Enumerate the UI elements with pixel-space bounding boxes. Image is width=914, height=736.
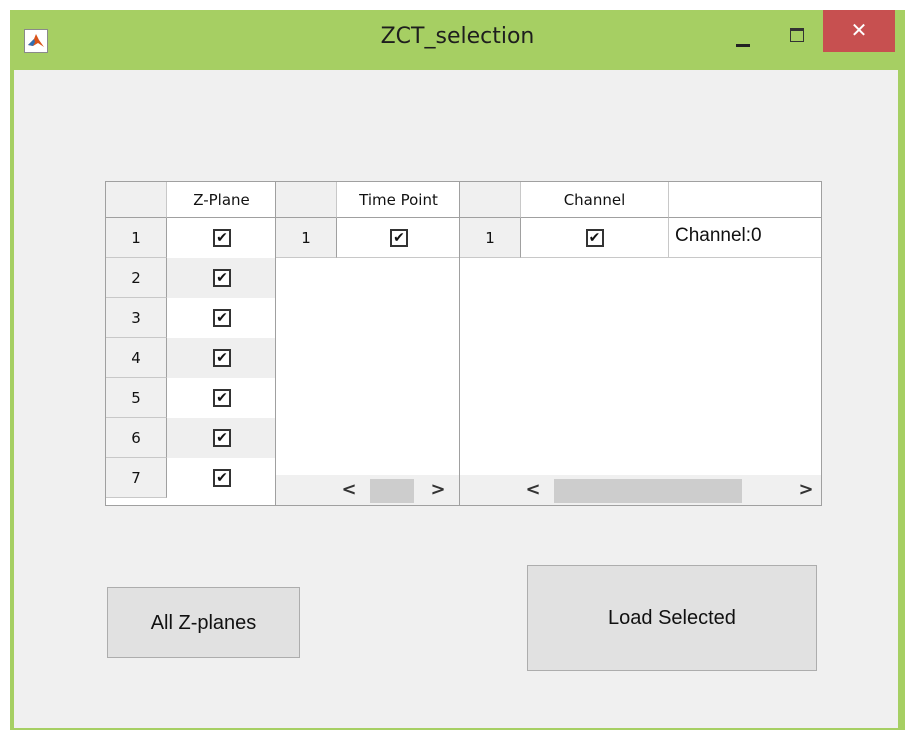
channel-name-column-header[interactable] (669, 182, 821, 218)
timepoint-horizontal-scrollbar[interactable]: < > (276, 475, 459, 505)
zct-selection-window: ZCT_selection ✕ Z-Plane 1 ✔ 2 ✔ 3 ✔ 4 ✔ 5 ✔ 6 ✔ 7 ✔ T… (10, 10, 905, 730)
timepoint-table[interactable]: Time Point 1 ✔ < > (275, 181, 460, 506)
scroll-right-arrow-icon[interactable]: > (426, 475, 450, 505)
zplane-checkbox[interactable]: ✔ (213, 229, 231, 247)
zplane-checkbox[interactable]: ✔ (213, 349, 231, 367)
scroll-left-arrow-icon[interactable]: < (521, 475, 545, 505)
title-bar[interactable]: ZCT_selection ✕ (10, 10, 905, 70)
client-area: Z-Plane 1 ✔ 2 ✔ 3 ✔ 4 ✔ 5 ✔ 6 ✔ 7 ✔ Time Point 1 ✔ < … (14, 70, 898, 728)
zplane-cell: ✔ (167, 218, 275, 258)
timepoint-column-header[interactable]: Time Point (337, 182, 459, 218)
zplane-cell: ✔ (167, 458, 275, 498)
zplane-row-header[interactable]: 1 (106, 218, 167, 258)
scroll-thumb[interactable] (554, 479, 742, 503)
close-button[interactable]: ✕ (823, 10, 895, 52)
zplane-checkbox[interactable]: ✔ (213, 429, 231, 447)
channel-name-cell[interactable]: Channel:0 (669, 218, 821, 258)
zplane-checkbox[interactable]: ✔ (213, 389, 231, 407)
scroll-left-arrow-icon[interactable]: < (337, 475, 361, 505)
maximize-button[interactable] (788, 26, 806, 44)
channel-corner-header (460, 182, 521, 218)
channel-table[interactable]: Channel 1 ✔ Channel:0 < > (459, 181, 822, 506)
window-title: ZCT_selection (380, 24, 535, 49)
zplane-checkbox[interactable]: ✔ (213, 309, 231, 327)
channel-checkbox[interactable]: ✔ (585, 228, 604, 247)
channel-row-header[interactable]: 1 (460, 218, 521, 258)
zplane-checkbox[interactable]: ✔ (213, 469, 231, 487)
timepoint-corner-header (276, 182, 337, 218)
scroll-thumb[interactable] (370, 479, 414, 503)
channel-column-header[interactable]: Channel (521, 182, 669, 218)
channel-cell: ✔ (521, 218, 669, 258)
timepoint-checkbox[interactable]: ✔ (390, 228, 408, 247)
zplane-row-header[interactable]: 6 (106, 418, 167, 458)
minimize-button[interactable] (732, 30, 754, 50)
zplane-column-header[interactable]: Z-Plane (167, 182, 275, 218)
all-zplanes-button[interactable]: All Z-planes (107, 587, 300, 658)
zplane-checkbox[interactable]: ✔ (213, 269, 231, 287)
zplane-cell: ✔ (167, 298, 275, 338)
zplane-corner-header (106, 182, 167, 218)
zplane-cell: ✔ (167, 418, 275, 458)
scroll-right-arrow-icon[interactable]: > (794, 475, 818, 505)
zplane-row-header[interactable]: 5 (106, 378, 167, 418)
timepoint-row-header[interactable]: 1 (276, 218, 337, 258)
zplane-row-header[interactable]: 7 (106, 458, 167, 498)
zplane-row-header[interactable]: 4 (106, 338, 167, 378)
load-selected-button[interactable]: Load Selected (527, 565, 817, 671)
zplane-cell: ✔ (167, 258, 275, 298)
zplane-cell: ✔ (167, 338, 275, 378)
zplane-cell: ✔ (167, 378, 275, 418)
zplane-table[interactable]: Z-Plane 1 ✔ 2 ✔ 3 ✔ 4 ✔ 5 ✔ 6 ✔ 7 ✔ (105, 181, 276, 506)
zplane-row-header[interactable]: 2 (106, 258, 167, 298)
zplane-row-header[interactable]: 3 (106, 298, 167, 338)
channel-horizontal-scrollbar[interactable]: < > (460, 475, 821, 505)
timepoint-cell: ✔ (337, 218, 459, 258)
